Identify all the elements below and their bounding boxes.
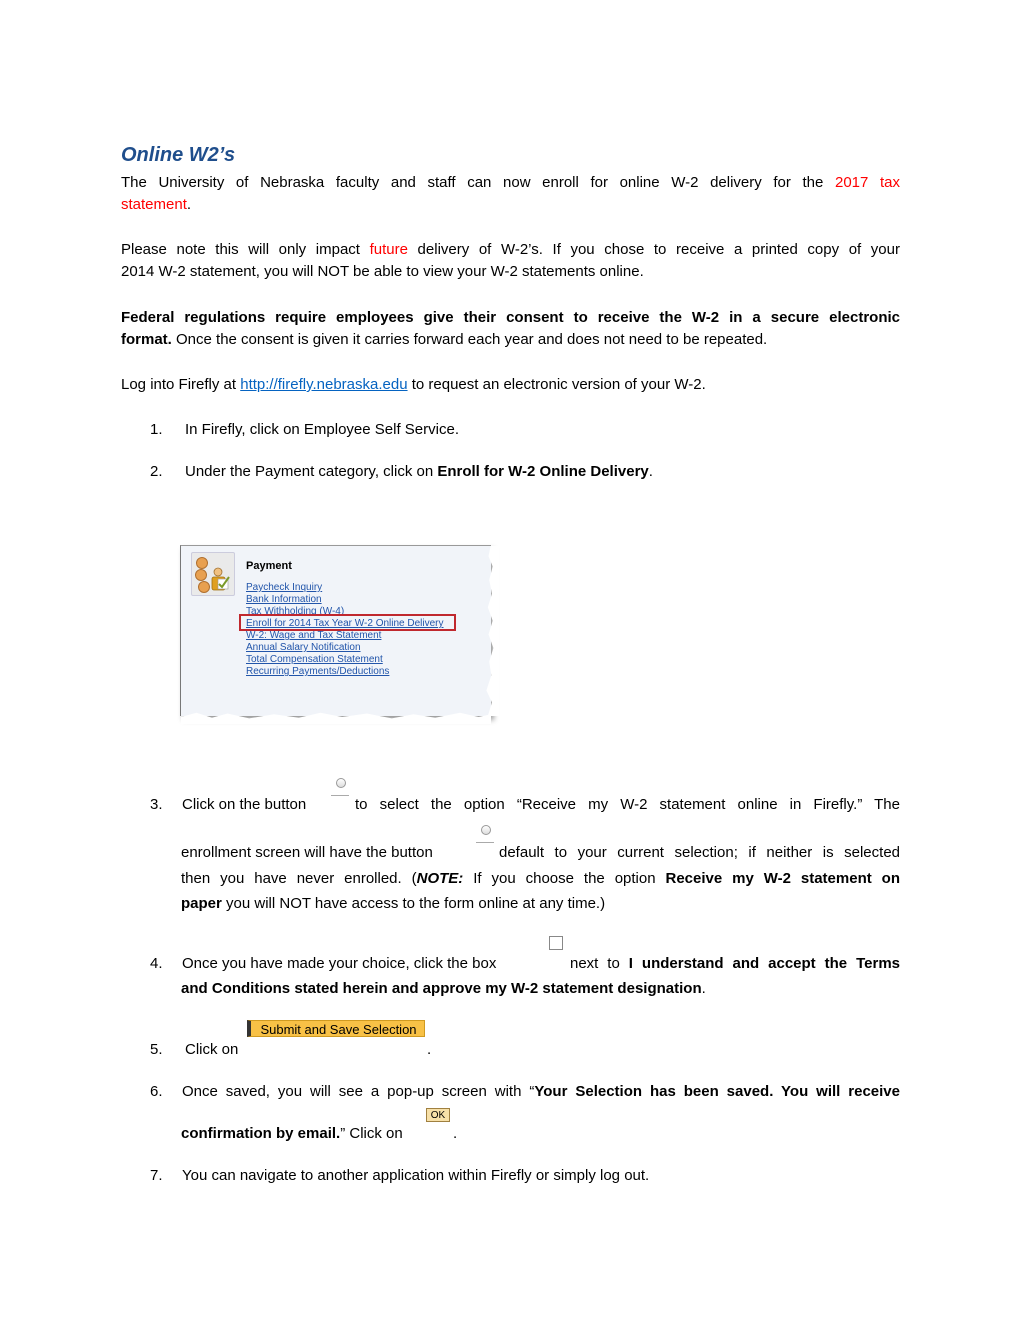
coin-icon [198, 581, 210, 593]
intro-text: The University of Nebraska faculty and s… [121, 174, 835, 191]
note-label: NOTE: [416, 870, 464, 887]
step-6-period: . [453, 1125, 458, 1142]
intro-line-1: The University of Nebraska faculty and s… [121, 172, 900, 194]
note-highlight: future [369, 241, 408, 258]
step-3-line-1b: to select the option “Receive my W-2 sta… [355, 796, 900, 813]
step-3-bold: Receive my W-2 statement on [665, 870, 901, 887]
step-4-line-1b: next to I understand and accept the Term… [570, 953, 900, 975]
note-line-1: Please note this will only impact future… [121, 239, 900, 261]
step-4-line-1a: Once you have made your choice, click th… [182, 955, 497, 972]
step-2-bold: Enroll for W-2 Online Delivery [437, 463, 649, 480]
payment-icon [191, 552, 235, 596]
step-3-text-2: If you choose the option [463, 870, 666, 887]
coin-icon [195, 569, 207, 581]
step-3-bold-2: paper [181, 895, 222, 912]
step-6-bold-2: confirmation by email. [181, 1125, 341, 1142]
checkbox-icon[interactable] [549, 936, 563, 950]
step-2-number: 2. [150, 463, 163, 480]
callout-highlight-box [239, 614, 456, 631]
torn-edge [181, 712, 491, 724]
step-4-bold-2: and Conditions stated herein and approve… [181, 980, 702, 997]
radio-button-icon[interactable] [331, 775, 349, 796]
step-3-line-4: paper you will NOT have access to the fo… [181, 893, 605, 915]
step-2-label: Under the Payment category, click on [185, 463, 438, 480]
step-4-line-2: and Conditions stated herein and approve… [181, 978, 706, 1000]
intro-line-2: statement. [121, 194, 191, 216]
login-line: Log into Firefly at http://firefly.nebra… [121, 374, 706, 396]
w2-statement-link[interactable]: W-2: Wage and Tax Statement [246, 630, 444, 642]
step-5-number: 5. [150, 1041, 163, 1058]
coin-icon [196, 557, 208, 569]
ok-button[interactable]: OK [426, 1108, 450, 1122]
login-text: Log into Firefly at [121, 376, 241, 393]
radio-button-icon[interactable] [476, 822, 494, 843]
step-3-line-2b: default to your current selection; if ne… [499, 844, 900, 861]
step-5-text: Click on [185, 1041, 239, 1058]
step-6-rest: ” Click on [340, 1125, 403, 1142]
intro-period: . [186, 196, 192, 213]
step-3-line-3: then you have never enrolled. (NOTE: If … [181, 868, 900, 890]
step-6-line-1: Once saved, you will see a pop-up screen… [182, 1081, 900, 1103]
step-6-text: Once saved, you will see a pop-up screen… [182, 1083, 535, 1100]
document-page: Online W2’s The University of Nebraska f… [0, 0, 1020, 1320]
step-2-period: . [648, 463, 653, 480]
step-4-bold: I understand and accept the Terms [628, 955, 901, 972]
note-text-2: delivery of W-2’s. If you chose to recei… [407, 241, 900, 258]
person-check-icon [211, 567, 230, 591]
step-4-period: . [701, 980, 706, 997]
step-1-text: In Firefly, click on Employee Self Servi… [185, 421, 459, 438]
step-3-text: then you have never enrolled. ( [181, 870, 417, 887]
step-6-bold: Your Selection has been saved. You will … [534, 1083, 900, 1100]
step-5-period: . [427, 1041, 432, 1058]
payment-menu-screenshot: Payment Paycheck Inquiry Bank Informatio… [180, 545, 499, 724]
torn-edge [486, 546, 499, 716]
step-2-text: Under the Payment category, click on Enr… [185, 461, 653, 483]
note-line-2: 2014 W-2 statement, you will NOT be able… [121, 263, 644, 280]
intro-highlight: 2017 tax [835, 174, 901, 191]
payment-heading: Payment [246, 560, 292, 572]
step-3-rest: you will NOT have access to the form onl… [221, 895, 606, 912]
step-7-number: 7. [150, 1167, 163, 1184]
step-3-line-2a: enrollment screen will have the button [181, 844, 433, 861]
submit-and-save-button[interactable]: Submit and Save Selection [247, 1020, 425, 1037]
federal-line-2: format. Once the consent is given it car… [121, 329, 767, 351]
step-3-number: 3. [150, 796, 163, 813]
firefly-link[interactable]: http://firefly.nebraska.edu [240, 376, 407, 393]
federal-line-1: Federal regulations require employees gi… [121, 309, 900, 326]
page-title: Online W2’s [121, 144, 236, 166]
step-7-text: You can navigate to another application … [182, 1167, 650, 1184]
step-6-number: 6. [150, 1083, 163, 1100]
step-1-number: 1. [150, 421, 163, 438]
step-6-line-2: confirmation by email.” Click on [181, 1123, 403, 1145]
login-text-2: to request an electronic version of your… [407, 376, 706, 393]
note-text: Please note this will only impact [121, 241, 370, 258]
federal-rest: Once the consent is given it carries for… [171, 331, 768, 348]
paycheck-inquiry-link[interactable]: Paycheck Inquiry [246, 582, 444, 594]
federal-bold: format. [121, 331, 172, 348]
step-3-line-1a: Click on the button [182, 796, 307, 813]
total-compensation-link[interactable]: Total Compensation Statement [246, 654, 444, 666]
step-4-text: next to [570, 955, 629, 972]
bank-information-link[interactable]: Bank Information [246, 594, 444, 606]
recurring-payments-link[interactable]: Recurring Payments/Deductions [246, 666, 444, 678]
annual-salary-link[interactable]: Annual Salary Notification [246, 642, 444, 654]
intro-highlight-2: statement [121, 196, 187, 213]
step-4-number: 4. [150, 955, 163, 972]
